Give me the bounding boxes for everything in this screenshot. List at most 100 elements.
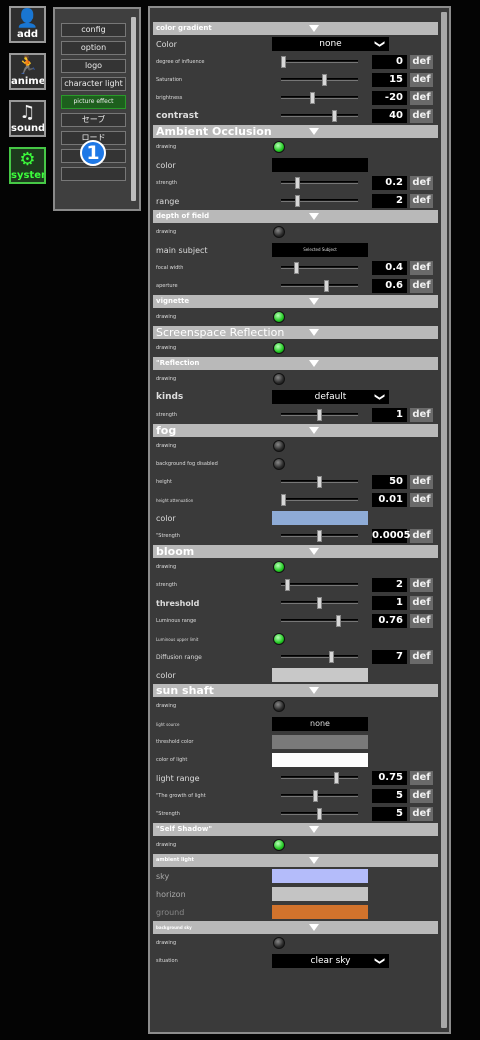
section-header-depth-of-field[interactable]: depth of field: [153, 210, 438, 223]
menu-item-save[interactable]: セーブ: [61, 113, 126, 127]
def-button[interactable]: def: [410, 771, 433, 785]
section-header-ambient-occlusion[interactable]: Ambient Occlusion: [153, 125, 438, 138]
def-button[interactable]: def: [410, 109, 433, 123]
def-button[interactable]: def: [410, 55, 433, 69]
color-swatch[interactable]: [272, 511, 368, 525]
menu-item-config[interactable]: config: [61, 23, 126, 37]
situation-select[interactable]: clear sky ❯: [272, 954, 389, 968]
menu-item-empty-2[interactable]: [61, 167, 126, 181]
section-header-ambient-light[interactable]: ambient light: [153, 854, 438, 867]
value-diffusion-range[interactable]: 7: [372, 650, 407, 664]
system-button[interactable]: ⚙system: [9, 147, 46, 184]
def-button[interactable]: def: [410, 176, 433, 190]
slider-growth[interactable]: [281, 790, 358, 802]
slider-saturation[interactable]: [281, 74, 358, 86]
slider-light-range[interactable]: [281, 772, 358, 784]
value-bloom-strength[interactable]: 2: [372, 578, 407, 592]
toggle-ss-drawing[interactable]: [273, 700, 285, 712]
value-luminous-range[interactable]: 0.76: [372, 614, 407, 628]
value-contrast[interactable]: 40: [372, 109, 407, 123]
slider-knob[interactable]: [295, 195, 300, 207]
slider-knob[interactable]: [317, 597, 322, 609]
slider-luminous-range[interactable]: [281, 615, 358, 627]
def-button[interactable]: def: [410, 596, 433, 610]
section-header-color-gradient[interactable]: color gradient: [153, 22, 438, 35]
def-button[interactable]: def: [410, 529, 433, 543]
color-swatch[interactable]: [272, 668, 368, 682]
slider-knob[interactable]: [324, 280, 329, 292]
value-focal-width[interactable]: 0.4: [372, 261, 407, 275]
slider-knob[interactable]: [294, 262, 299, 274]
toggle-bloom-drawing[interactable]: [273, 561, 285, 573]
slider-knob[interactable]: [317, 409, 322, 421]
slider-fog-height[interactable]: [281, 476, 358, 488]
menu-scrollbar[interactable]: [131, 17, 136, 201]
def-button[interactable]: def: [410, 91, 433, 105]
color-swatch[interactable]: [272, 905, 368, 919]
color-select[interactable]: none ❯: [272, 37, 389, 51]
slider-diffusion-range[interactable]: [281, 651, 358, 663]
def-button[interactable]: def: [410, 650, 433, 664]
toggle-vignette-drawing[interactable]: [273, 311, 285, 323]
main-subject-field[interactable]: Selected Subject: [272, 243, 368, 257]
section-header-background-sky[interactable]: background sky: [153, 921, 438, 934]
slider-knob[interactable]: [281, 56, 286, 68]
slider-knob[interactable]: [317, 530, 322, 542]
color-swatch[interactable]: [272, 869, 368, 883]
toggle-refl-drawing[interactable]: [273, 373, 285, 385]
slider-focal-width[interactable]: [281, 262, 358, 274]
def-button[interactable]: def: [410, 279, 433, 293]
slider-knob[interactable]: [336, 615, 341, 627]
slider-fog-strength[interactable]: [281, 530, 358, 542]
menu-item-option[interactable]: option: [61, 41, 126, 55]
value-aperture[interactable]: 0.6: [372, 279, 407, 293]
def-button[interactable]: def: [410, 194, 433, 208]
kinds-select[interactable]: default ❯: [272, 390, 389, 404]
menu-item-character-light[interactable]: character light: [61, 77, 126, 91]
def-button[interactable]: def: [410, 789, 433, 803]
anime-button[interactable]: 🏃 anime: [9, 53, 46, 90]
slider-knob[interactable]: [281, 494, 286, 506]
toggle-fog-drawing[interactable]: [273, 440, 285, 452]
value-brightness[interactable]: -20: [372, 91, 407, 105]
slider-degree[interactable]: [281, 56, 358, 68]
section-header-fog[interactable]: fog: [153, 424, 438, 437]
slider-knob[interactable]: [332, 110, 337, 122]
slider-knob[interactable]: [285, 579, 290, 591]
def-button[interactable]: def: [410, 578, 433, 592]
section-header-self-shadow[interactable]: "Self Shadow": [153, 823, 438, 836]
panel-scrollbar[interactable]: [441, 12, 447, 1028]
value-fog-height[interactable]: 50: [372, 475, 407, 489]
toggle-dof-drawing[interactable]: [273, 226, 285, 238]
value-light-range[interactable]: 0.75: [372, 771, 407, 785]
slider-contrast[interactable]: [281, 110, 358, 122]
toggle-bg-fog-disabled[interactable]: [273, 458, 285, 470]
menu-item-logo[interactable]: logo: [61, 59, 126, 73]
section-header-vignette[interactable]: vignette: [153, 295, 438, 308]
slider-knob[interactable]: [334, 772, 339, 784]
def-button[interactable]: def: [410, 807, 433, 821]
sound-button[interactable]: ♫ sound: [9, 100, 46, 137]
value-degree[interactable]: 0: [372, 55, 407, 69]
slider-brightness[interactable]: [281, 92, 358, 104]
value-ao-range[interactable]: 2: [372, 194, 407, 208]
value-ss-strength[interactable]: 5: [372, 807, 407, 821]
slider-refl-strength[interactable]: [281, 409, 358, 421]
slider-knob[interactable]: [310, 92, 315, 104]
toggle-shadow-drawing[interactable]: [273, 839, 285, 851]
slider-knob[interactable]: [317, 476, 322, 488]
def-button[interactable]: def: [410, 614, 433, 628]
value-fog-strength[interactable]: 0.0005: [372, 529, 411, 543]
color-swatch[interactable]: [272, 158, 368, 172]
color-swatch[interactable]: [272, 753, 368, 767]
value-ao-strength[interactable]: 0.2: [372, 176, 407, 190]
color-swatch[interactable]: [272, 887, 368, 901]
slider-knob[interactable]: [329, 651, 334, 663]
slider-ao-range[interactable]: [281, 195, 358, 207]
def-button[interactable]: def: [410, 408, 433, 422]
section-header-sun-shaft[interactable]: sun shaft: [153, 684, 438, 697]
toggle-ao-drawing[interactable]: [273, 141, 285, 153]
value-growth[interactable]: 5: [372, 789, 407, 803]
slider-knob[interactable]: [313, 790, 318, 802]
def-button[interactable]: def: [410, 261, 433, 275]
